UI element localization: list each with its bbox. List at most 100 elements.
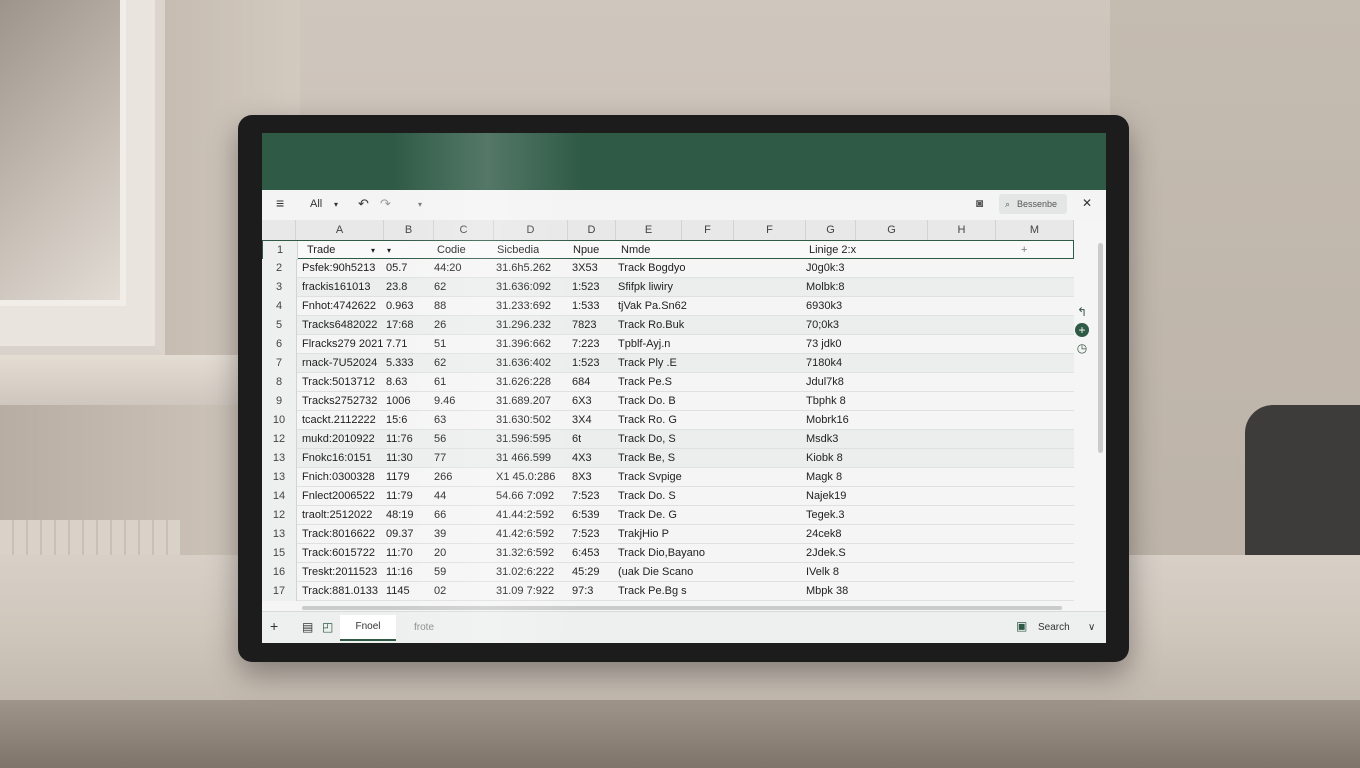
status-icon[interactable]: ▣ [1016,619,1027,633]
table-cell[interactable]: 3X4 [572,411,592,430]
table-cell[interactable]: 6:453 [572,544,600,563]
column-header[interactable]: C [434,220,494,240]
table-cell[interactable]: Mobrk16 [806,411,849,430]
row-number[interactable]: 14 [262,487,297,506]
table-cell[interactable]: 6t [572,430,581,449]
table-cell[interactable]: Tpblf-Ayj.n [618,335,670,354]
table-cell[interactable]: 31.636:092 [496,278,551,297]
chevron-down-icon[interactable]: ▾ [418,200,422,209]
table-cell[interactable]: 73 jdk0 [806,335,841,354]
table-cell[interactable]: 20 [434,544,446,563]
table-cell[interactable]: Track:5013712 [302,373,375,392]
table-cell[interactable]: 3X53 [572,259,598,278]
search-input[interactable]: Bessenbe [1017,194,1057,214]
table-cell[interactable]: Flracks279 2021 [302,335,383,354]
table-cell[interactable]: 31.233:692 [496,297,551,316]
table-cell[interactable]: Track:881.0133 [302,582,378,601]
table-cell[interactable]: 11:76 [386,430,413,449]
row-number[interactable]: 13 [262,468,297,487]
table-cell[interactable]: 7:523 [572,487,600,506]
table-cell[interactable]: 02 [434,582,446,601]
add-sheet-icon[interactable]: + [270,618,278,634]
row-number[interactable]: 3 [262,278,297,297]
column-header[interactable]: G [856,220,928,240]
table-cell[interactable]: 6:539 [572,506,600,525]
row-number[interactable]: 16 [262,563,297,582]
table-cell[interactable]: 56 [434,430,446,449]
camera-icon[interactable]: ◙ [976,196,983,210]
table-cell[interactable]: TrakjHio P [618,525,669,544]
table-cell[interactable]: 31.09 7:922 [496,582,554,601]
table-cell[interactable]: 9.46 [434,392,455,411]
table-cell[interactable]: Fnokc16:0151 [302,449,372,468]
column-header[interactable]: D [494,220,568,240]
table-cell[interactable]: 7:223 [572,335,600,354]
table-cell[interactable]: 31.32:6:592 [496,544,554,563]
table-cell[interactable]: 7180k4 [806,354,842,373]
add-circle-icon[interactable]: + [1075,323,1089,337]
header-cell[interactable]: Codie [437,241,466,260]
table-cell[interactable]: 1179 [386,468,410,487]
close-icon[interactable]: ✕ [1082,196,1092,210]
table-cell[interactable]: 63 [434,411,446,430]
table-cell[interactable]: Msdk3 [806,430,838,449]
table-cell[interactable]: Fnhot:4742622 [302,297,376,316]
table-cell[interactable]: Track:8016622 [302,525,375,544]
row-number[interactable]: 17 [262,582,297,601]
row-number[interactable]: 15 [262,544,297,563]
row-number[interactable]: 12 [262,430,297,449]
table-cell[interactable]: 45:29 [572,563,600,582]
table-cell[interactable]: IVelk 8 [806,563,839,582]
table-cell[interactable]: 62 [434,278,446,297]
row-number[interactable]: 7 [262,354,297,373]
header-cell[interactable]: Linige 2:x [809,241,856,260]
table-cell[interactable]: Track Be, S [618,449,675,468]
table-cell[interactable]: Tracks6482022 [302,316,377,335]
table-cell[interactable]: Track De. G [618,506,677,525]
table-cell[interactable]: X1 45.0:286 [496,468,555,487]
redo-icon[interactable]: ↷ [380,196,391,212]
column-header[interactable]: M [996,220,1074,240]
row-number[interactable]: 13 [262,525,297,544]
column-header[interactable]: D [568,220,616,240]
header-cell[interactable]: Npue [573,241,599,260]
column-header[interactable]: H [928,220,996,240]
table-cell[interactable]: 5.333 [386,354,414,373]
table-cell[interactable]: 7.71 [386,335,407,354]
format-icon[interactable]: ◰ [322,620,333,634]
row-number[interactable]: 1 [263,241,298,260]
table-cell[interactable]: 05.7 [386,259,407,278]
table-cell[interactable]: mukd:2010922 [302,430,375,449]
table-cell[interactable]: 24cek8 [806,525,841,544]
table-cell[interactable]: 31.636:402 [496,354,551,373]
table-cell[interactable]: 1145 [386,582,410,601]
table-cell[interactable]: Treskt:2011523 [302,563,377,582]
table-cell[interactable]: Najek19 [806,487,846,506]
table-cell[interactable]: Track Pe.Bg s [618,582,687,601]
row-number[interactable]: 12 [262,506,297,525]
table-cell[interactable]: 6X3 [572,392,592,411]
table-cell[interactable]: Psfek:90h5213 [302,259,375,278]
table-cell[interactable]: 1:523 [572,278,600,297]
vertical-scrollbar[interactable] [1098,243,1103,453]
table-cell[interactable]: 66 [434,506,446,525]
table-cell[interactable]: Molbk:8 [806,278,845,297]
table-cell[interactable]: Jdul7k8 [806,373,844,392]
table-cell[interactable]: 1006 [386,392,410,411]
table-cell[interactable]: Track Do, S [618,430,676,449]
table-cell[interactable]: 684 [572,373,590,392]
table-cell[interactable]: Magk 8 [806,468,842,487]
header-cell[interactable]: Trade [307,241,335,260]
table-cell[interactable]: (uak Die Scano [618,563,693,582]
table-cell[interactable]: 88 [434,297,446,316]
table-cell[interactable]: 11:70 [386,544,413,563]
column-header[interactable]: B [384,220,434,240]
table-cell[interactable]: 39 [434,525,446,544]
table-cell[interactable]: 7:523 [572,525,600,544]
table-cell[interactable]: Fnich:0300328 [302,468,375,487]
search-box[interactable]: ⌕ Bessenbe [999,194,1067,214]
table-cell[interactable]: 1:533 [572,297,600,316]
table-cell[interactable]: Tbphk 8 [806,392,846,411]
header-cell[interactable]: Sicbedia [497,241,539,260]
table-cell[interactable]: 31.689.207 [496,392,551,411]
